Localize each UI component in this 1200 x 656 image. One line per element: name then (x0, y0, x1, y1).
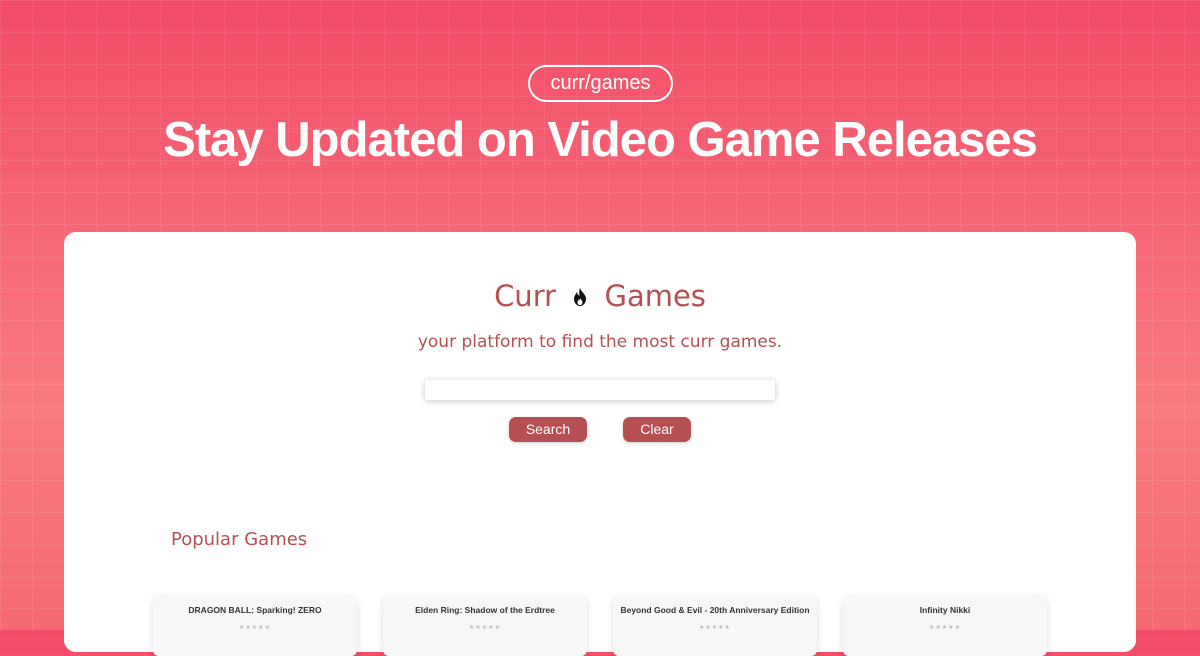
popular-games-heading: Popular Games (171, 529, 308, 550)
search-button[interactable]: Search (509, 417, 587, 442)
app-title-left: Curr (494, 279, 557, 313)
brand-pill: curr/games (528, 65, 673, 102)
clear-button[interactable]: Clear (623, 417, 691, 442)
game-card[interactable]: Elden Ring: Shadow of the Erdtree ★★★★★ (383, 596, 587, 656)
flame-icon (573, 278, 587, 314)
app-title-right: Games (604, 279, 706, 313)
game-card[interactable]: Beyond Good & Evil - 20th Anniversary Ed… (613, 596, 817, 656)
banner-headline: Stay Updated on Video Game Releases (163, 113, 1038, 167)
game-title: Elden Ring: Shadow of the Erdtree (415, 605, 555, 615)
game-title: DRAGON BALL: Sparking! ZERO (188, 605, 322, 615)
app-title: Curr Games (64, 278, 1136, 318)
game-title: Beyond Good & Evil - 20th Anniversary Ed… (620, 605, 810, 615)
app-tagline: your platform to find the most curr game… (417, 332, 783, 352)
app-preview-card: Curr Games your platform to find the mos… (64, 232, 1136, 656)
game-title: Infinity Nikki (919, 605, 971, 615)
game-card[interactable]: DRAGON BALL: Sparking! ZERO ★★★★★ (153, 596, 357, 656)
game-card[interactable]: Infinity Nikki ★★★★★ (843, 596, 1047, 656)
search-input[interactable] (425, 380, 775, 400)
